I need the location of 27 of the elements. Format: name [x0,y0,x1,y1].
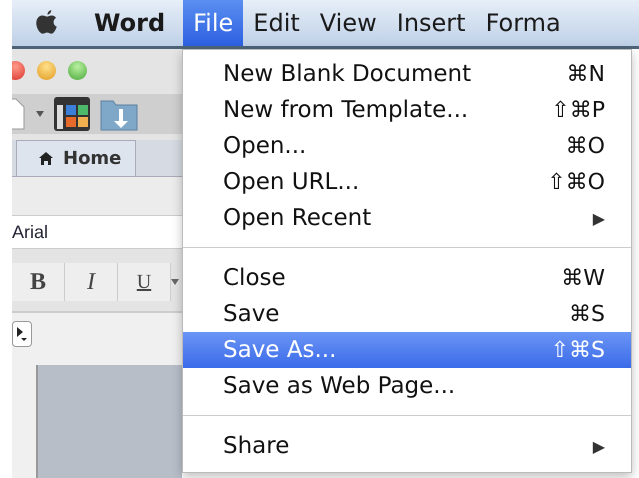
menu-item[interactable]: Close ⌘W [183,260,631,296]
play-caret-icon [17,327,27,341]
home-icon [39,152,53,165]
menu-bar-item[interactable]: Insert [386,0,476,46]
menu-bar-item[interactable]: Edit [243,0,310,46]
menu-item[interactable]: Save as Web Page... [183,368,631,404]
menu-bar-item[interactable]: View [310,0,387,46]
gallery-icon[interactable] [54,97,90,131]
menu-item[interactable]: Open Recent ▶ [183,200,631,236]
menu-item[interactable]: New Blank Document ⌘N [183,56,631,92]
font-name-field[interactable]: Arial [12,216,182,249]
menu-bar-item[interactable]: File [183,0,244,46]
menu-bar-item[interactable]: Forma [476,0,571,46]
app-menu[interactable]: Word [88,9,172,37]
format-button[interactable]: B [12,263,65,301]
menu-item[interactable]: Open... ⌘O [183,128,631,164]
format-button[interactable]: U [118,263,171,301]
caret-icon[interactable] [171,279,179,285]
menu-item[interactable]: Save ⌘S [183,296,631,332]
caret-icon[interactable] [36,111,44,117]
ribbon-tab[interactable]: Home [16,140,136,176]
menu-item[interactable]: Save As... ⇧⌘S [183,332,631,368]
menu-item[interactable]: New from Template... ⇧⌘P [183,92,631,128]
dropdown-button[interactable] [12,321,32,347]
menu-item[interactable]: Open URL... ⇧⌘O [183,164,631,200]
menu-item[interactable]: Share ▶ [183,428,631,464]
format-button[interactable]: I [65,263,118,301]
